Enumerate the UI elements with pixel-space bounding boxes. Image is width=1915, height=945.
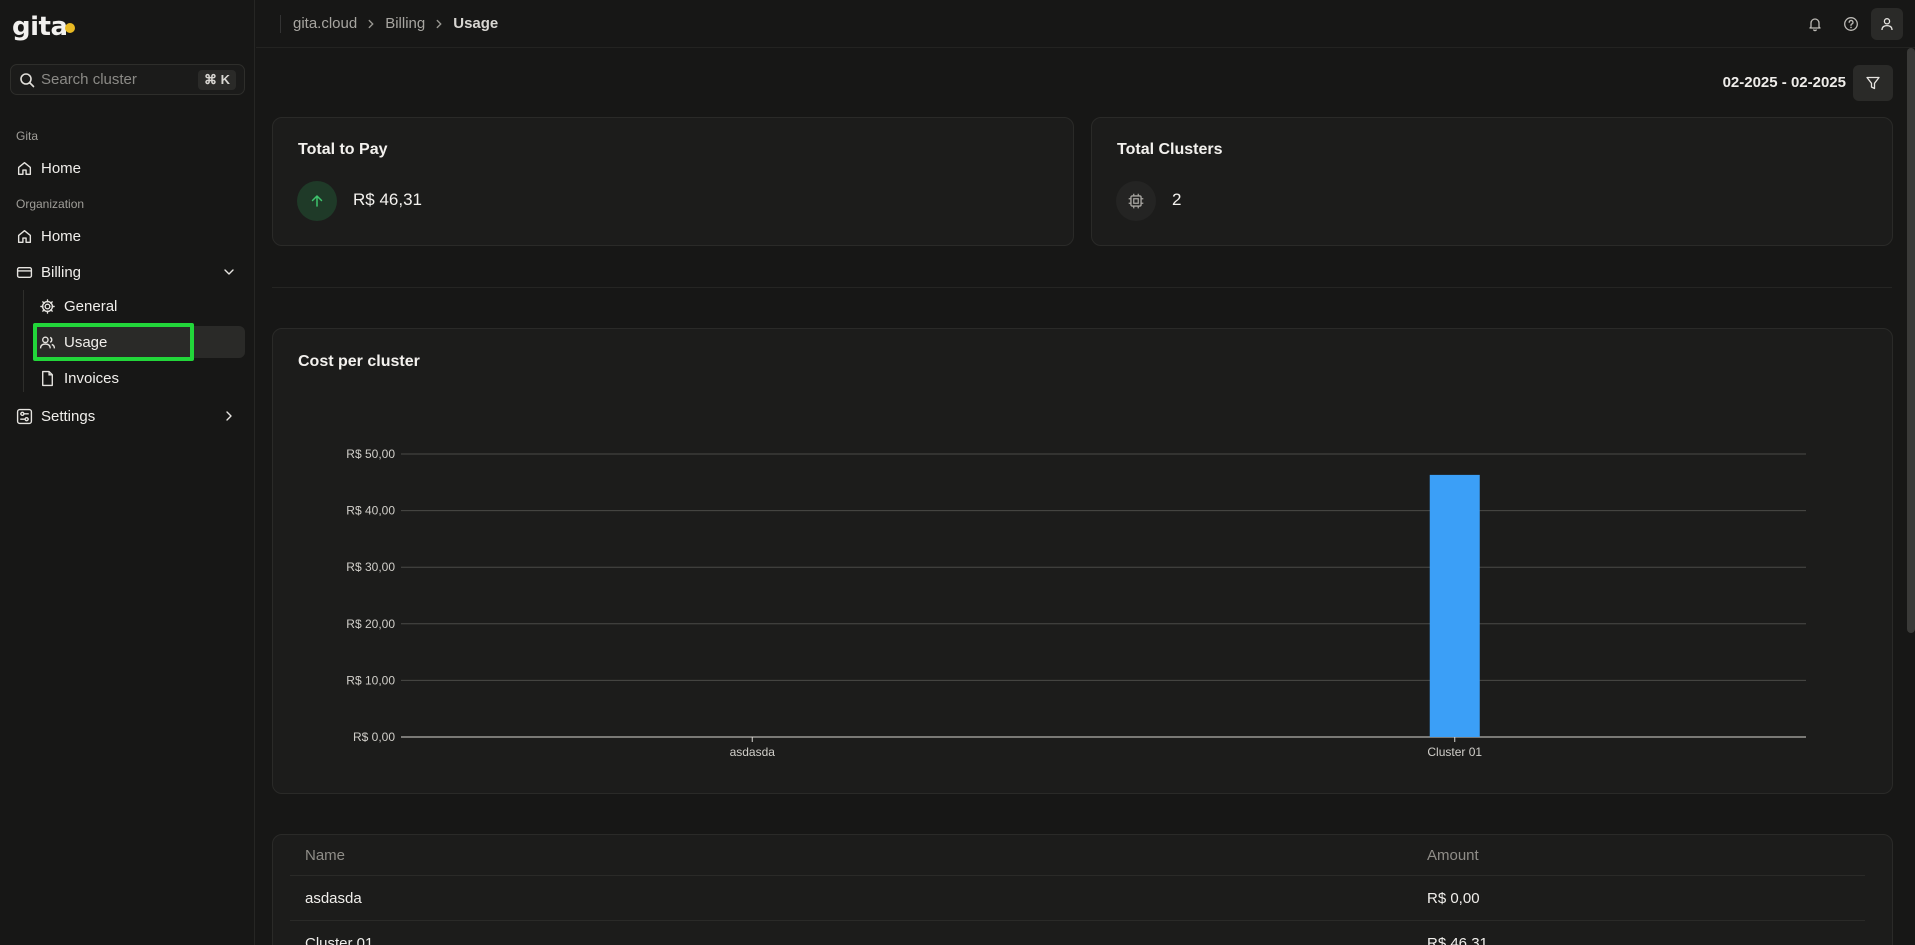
table-row-name: asdasda bbox=[305, 890, 362, 907]
home-icon bbox=[17, 161, 32, 175]
arrow-up-icon bbox=[311, 195, 323, 207]
section-label-gita: Gita bbox=[16, 129, 39, 143]
filter-icon bbox=[1866, 76, 1880, 90]
file-icon bbox=[42, 370, 53, 386]
breadcrumb-current: Usage bbox=[453, 15, 499, 32]
gear-icon bbox=[40, 298, 55, 314]
table-header-amount[interactable]: Amount bbox=[1427, 847, 1479, 864]
card-cost-per-cluster: Cost per cluster R$ 0,00 R$ 10,00 R$ 20,00… bbox=[272, 328, 1893, 794]
chevron-right-icon bbox=[368, 19, 374, 28]
sidebar-item-usage[interactable]: Usage bbox=[33, 326, 245, 358]
total-clusters-value: 2 bbox=[1172, 190, 1182, 209]
help-button[interactable] bbox=[1835, 8, 1867, 40]
app-logo[interactable]: gita bbox=[12, 12, 75, 42]
search-icon bbox=[20, 72, 35, 87]
logo-dot-icon bbox=[64, 23, 75, 33]
y-tick-label: R$ 40,00 bbox=[346, 504, 395, 518]
sidebar-item-gita-home[interactable]: Home bbox=[10, 152, 245, 184]
card-cluster-table bbox=[272, 834, 1893, 945]
x-tick-label: asdasda bbox=[730, 745, 776, 759]
cpu-chip-icon bbox=[1128, 193, 1144, 209]
keyboard-shortcut-badge: ⌘ K bbox=[197, 69, 236, 90]
bell-icon bbox=[1809, 18, 1821, 32]
card-total-to-pay: Total to Pay R$ 46,31 bbox=[272, 117, 1074, 246]
sidebar-item-general[interactable]: General bbox=[33, 290, 245, 322]
section-divider bbox=[272, 287, 1892, 288]
topbar-separator bbox=[280, 14, 281, 33]
chevron-right-icon bbox=[226, 411, 232, 421]
vertical-scrollbar[interactable] bbox=[1907, 48, 1915, 633]
search-cluster-input[interactable]: Search cluster ⌘ K bbox=[10, 64, 245, 95]
y-tick-label: R$ 10,00 bbox=[346, 673, 395, 687]
y-tick-label: R$ 30,00 bbox=[346, 560, 395, 574]
table-header-name[interactable]: Name bbox=[305, 847, 345, 864]
cost-per-cluster-chart: R$ 0,00 R$ 10,00 R$ 20,00 R$ 30,00 R$ 40,00 R… bbox=[346, 447, 1806, 759]
user-menu-button[interactable] bbox=[1871, 8, 1903, 40]
chevron-down-icon bbox=[224, 269, 234, 275]
topbar-actions bbox=[1795, 8, 1903, 40]
help-circle-icon bbox=[1844, 17, 1858, 31]
section-label-organization: Organization bbox=[16, 197, 85, 211]
table-row-amount: R$ 46,31 bbox=[1427, 935, 1488, 945]
credit-card-icon bbox=[16, 266, 33, 278]
sidebar-item-billing[interactable]: Billing bbox=[10, 256, 245, 288]
y-tick-label: R$ 0,00 bbox=[353, 730, 395, 744]
submenu-guide-line bbox=[23, 290, 24, 392]
sidebar: gita Search cluster ⌘ K Gita Home Organi… bbox=[0, 0, 255, 945]
users-icon bbox=[39, 335, 56, 348]
sidebar-item-settings[interactable]: Settings bbox=[10, 400, 245, 432]
bar-cluster-01 bbox=[1429, 474, 1480, 737]
card-title: Total Clusters bbox=[1117, 141, 1223, 158]
y-tick-label: R$ 50,00 bbox=[346, 447, 395, 461]
filter-button[interactable] bbox=[1853, 65, 1893, 101]
card-total-clusters: Total Clusters 2 bbox=[1091, 117, 1893, 246]
settings-sliders-icon bbox=[16, 408, 33, 424]
home-icon bbox=[17, 229, 32, 243]
breadcrumb-root[interactable]: gita.cloud bbox=[293, 15, 357, 32]
search-placeholder: Search cluster bbox=[41, 71, 137, 88]
card-title: Total to Pay bbox=[298, 141, 388, 158]
top-bar: gita.cloud Billing Usage bbox=[256, 0, 1915, 48]
breadcrumb-billing[interactable]: Billing bbox=[385, 15, 425, 32]
sidebar-item-invoices[interactable]: Invoices bbox=[33, 362, 245, 394]
table-row-amount: R$ 0,00 bbox=[1427, 890, 1480, 907]
notifications-button[interactable] bbox=[1799, 8, 1831, 40]
date-range-label: 02-2025 - 02-2025 bbox=[1722, 74, 1846, 91]
table-row-divider bbox=[290, 920, 1865, 921]
x-tick-label: Cluster 01 bbox=[1427, 745, 1482, 759]
table-row-name: Cluster 01 bbox=[305, 935, 374, 945]
trend-up-badge bbox=[297, 181, 337, 221]
chevron-right-icon bbox=[436, 19, 442, 28]
y-tick-label: R$ 20,00 bbox=[346, 617, 395, 631]
total-to-pay-value: R$ 46,31 bbox=[353, 190, 422, 209]
user-icon bbox=[1881, 18, 1893, 31]
cluster-badge bbox=[1116, 181, 1156, 221]
table-row-divider bbox=[290, 875, 1865, 876]
sidebar-item-org-home[interactable]: Home bbox=[10, 220, 245, 252]
